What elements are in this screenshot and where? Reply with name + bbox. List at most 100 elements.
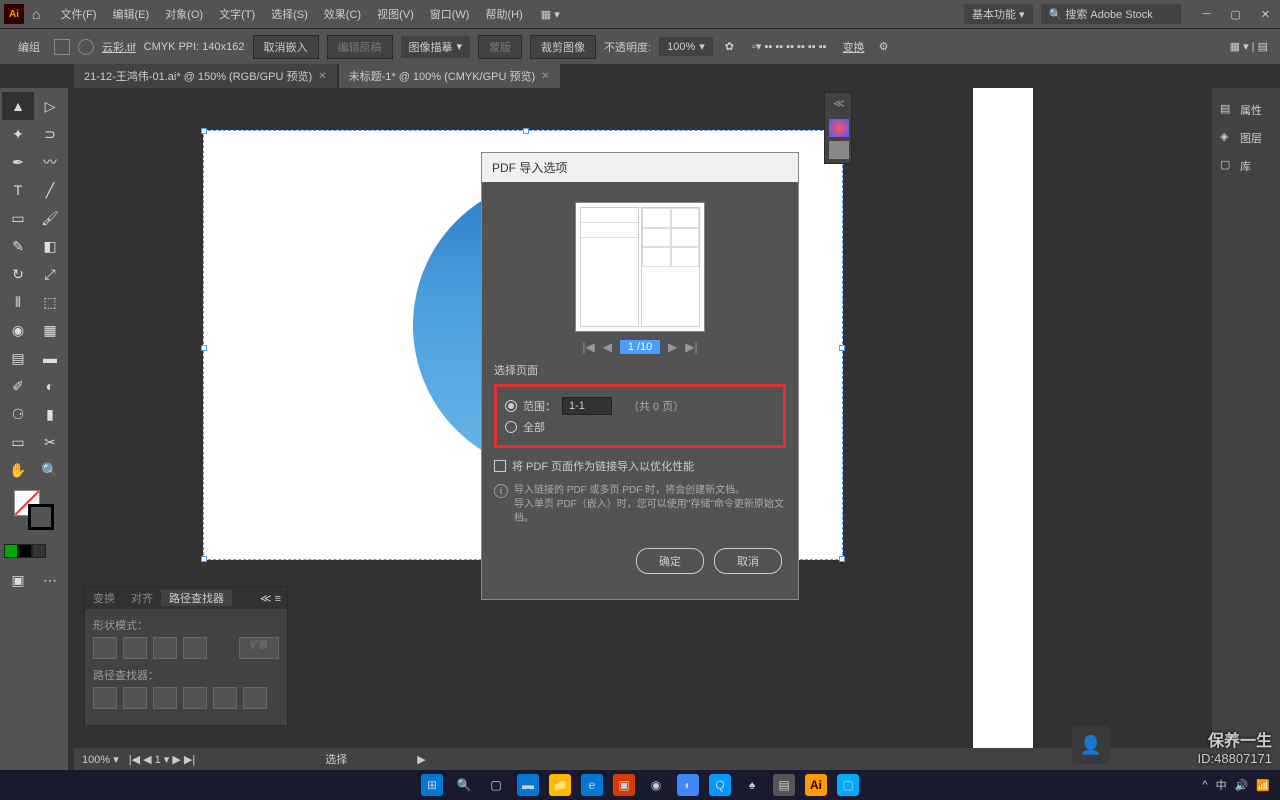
menu-help[interactable]: 帮助(H) [477,6,530,22]
range-input[interactable] [562,397,612,415]
last-page-icon[interactable]: ▶| [685,340,697,354]
illustrator-taskbar-icon[interactable]: Ai [805,774,827,796]
mesh-tool[interactable]: ▤ [2,344,34,372]
page-number-input[interactable] [620,340,660,354]
home-icon[interactable]: ⌂ [32,6,40,22]
panel-menu-icon[interactable]: ≪ ≡ [254,592,287,605]
scale-tool[interactable]: ⤢ [34,260,66,288]
align-group[interactable]: ▫▾ ▪▪ ▪▪ ▪▪ ▪▪ ▪▪ ▪▪ [752,40,827,53]
menu-edit[interactable]: 编辑(E) [105,6,158,22]
artboard-tool[interactable]: ▭ [2,428,34,456]
panel-toggle-icons[interactable]: ▦ ▾ | ▤ [1230,40,1268,53]
crop-image-button[interactable]: 裁剪图像 [530,35,596,59]
line-tool[interactable]: ╱ [34,176,66,204]
doc-tab-1[interactable]: 21-12-王鸿伟-01.ai* @ 150% (RGB/GPU 预览)✕ [74,64,337,88]
minus-front-button[interactable] [123,637,147,659]
zoom-level[interactable]: 100% ▾ [82,753,119,766]
edge-icon[interactable]: e [581,774,603,796]
rectangle-tool[interactable]: ▭ [2,204,34,232]
cancel-embed-button[interactable]: 取消嵌入 [253,35,319,59]
embed-icon[interactable] [54,39,70,55]
maximize-button[interactable]: ▢ [1224,6,1246,23]
floating-color-panel[interactable]: ≪ [824,92,852,164]
lasso-tool[interactable]: ⊃ [34,120,66,148]
start-button[interactable]: ⊞ [421,774,443,796]
workspace-dropdown[interactable]: 基本功能 ▾ [964,4,1033,24]
cancel-button[interactable]: 取消 [714,548,782,574]
shaper-tool[interactable]: ✎ [2,232,34,260]
app-icon-3[interactable]: ♠ [741,774,763,796]
search-icon[interactable]: 🔍 [453,774,475,796]
pathfinder-tab[interactable]: 路径查找器 [161,590,232,606]
slice-tool[interactable]: ✂ [34,428,66,456]
screen-mode[interactable]: ▣ [2,566,34,594]
app-icon-4[interactable]: ▤ [773,774,795,796]
layers-panel-tab[interactable]: ◈图层 [1212,124,1280,152]
transform-link[interactable]: 变换 [843,39,865,55]
status-play-icon[interactable]: ▶ [417,753,425,766]
menu-type[interactable]: 文字(T) [211,6,263,22]
stock-search[interactable]: 🔍 搜索 Adobe Stock [1041,4,1181,24]
divide-button[interactable] [93,687,117,709]
eyedropper-tool[interactable]: ✐ [2,372,34,400]
close-icon[interactable]: ✕ [541,71,549,82]
close-button[interactable]: ✕ [1255,6,1276,23]
chrome-icon[interactable]: ◉ [645,774,667,796]
qq-icon[interactable]: Q [709,774,731,796]
properties-panel-tab[interactable]: ▤属性 [1212,96,1280,124]
intersect-button[interactable] [153,637,177,659]
blend-tool[interactable]: ◐ [34,372,66,400]
magic-wand-tool[interactable]: ✦ [2,120,34,148]
layout-icon[interactable]: ▦ ▾ [541,8,560,21]
align-tab[interactable]: 对齐 [123,590,161,606]
outline-button[interactable] [213,687,237,709]
libraries-panel-tab[interactable]: ▢库 [1212,152,1280,180]
target-icon[interactable] [78,39,94,55]
minus-back-button[interactable] [243,687,267,709]
menu-object[interactable]: 对象(O) [157,6,211,22]
paintbrush-tool[interactable]: 🖌 [34,204,66,232]
doc-tab-2[interactable]: 未标题-1* @ 100% (CMYK/GPU 预览)✕ [339,64,560,88]
pen-tool[interactable]: ✒ [2,148,34,176]
curvature-tool[interactable]: 〰 [34,148,66,176]
range-radio[interactable] [505,400,517,412]
trim-button[interactable] [123,687,147,709]
exclude-button[interactable] [183,637,207,659]
task-view-icon[interactable]: ▢ [485,774,507,796]
fill-stroke-indicator[interactable] [14,490,54,530]
menu-select[interactable]: 选择(S) [263,6,316,22]
transform-tab[interactable]: 变换 [85,590,123,606]
linked-filename[interactable]: 云彩.tif [102,39,136,55]
menu-effect[interactable]: 效果(C) [316,6,369,22]
menu-window[interactable]: 窗口(W) [422,6,478,22]
close-icon[interactable]: ✕ [318,71,326,82]
edit-toolbar[interactable]: ⋯ [34,566,66,594]
hand-tool[interactable]: ✋ [2,456,34,484]
opacity-input[interactable]: 100% ▾ [659,37,713,56]
free-transform-tool[interactable]: ⬚ [34,288,66,316]
crop-button[interactable] [183,687,207,709]
first-page-icon[interactable]: |◀ [582,340,594,354]
eraser-tool[interactable]: ◧ [34,232,66,260]
explorer-icon[interactable]: 📁 [549,774,571,796]
ok-button[interactable]: 确定 [636,548,704,574]
menu-view[interactable]: 视图(V) [369,6,422,22]
more-icon[interactable]: ⚙ [879,40,889,53]
system-tray[interactable]: ^中🔊📶 [1202,777,1270,793]
selection-tool[interactable]: ▲ [2,92,34,120]
artboard-nav[interactable]: |◀ ◀ 1 ▾ ▶ ▶| [129,753,195,766]
type-tool[interactable]: T [2,176,34,204]
minimize-button[interactable]: ─ [1197,6,1217,23]
app-icon-2[interactable]: ◐ [677,774,699,796]
menu-file[interactable]: 文件(F) [52,6,104,22]
widgets-icon[interactable]: ▬ [517,774,539,796]
direct-selection-tool[interactable]: ▷ [34,92,66,120]
width-tool[interactable]: ⫴ [2,288,34,316]
prev-page-icon[interactable]: ◀ [603,340,612,354]
rotate-tool[interactable]: ↻ [2,260,34,288]
symbol-sprayer-tool[interactable]: ⚆ [2,400,34,428]
link-checkbox[interactable] [494,460,506,472]
all-radio[interactable] [505,421,517,433]
merge-button[interactable] [153,687,177,709]
image-trace-dropdown[interactable]: 图像描摹 ▾ [401,36,471,58]
